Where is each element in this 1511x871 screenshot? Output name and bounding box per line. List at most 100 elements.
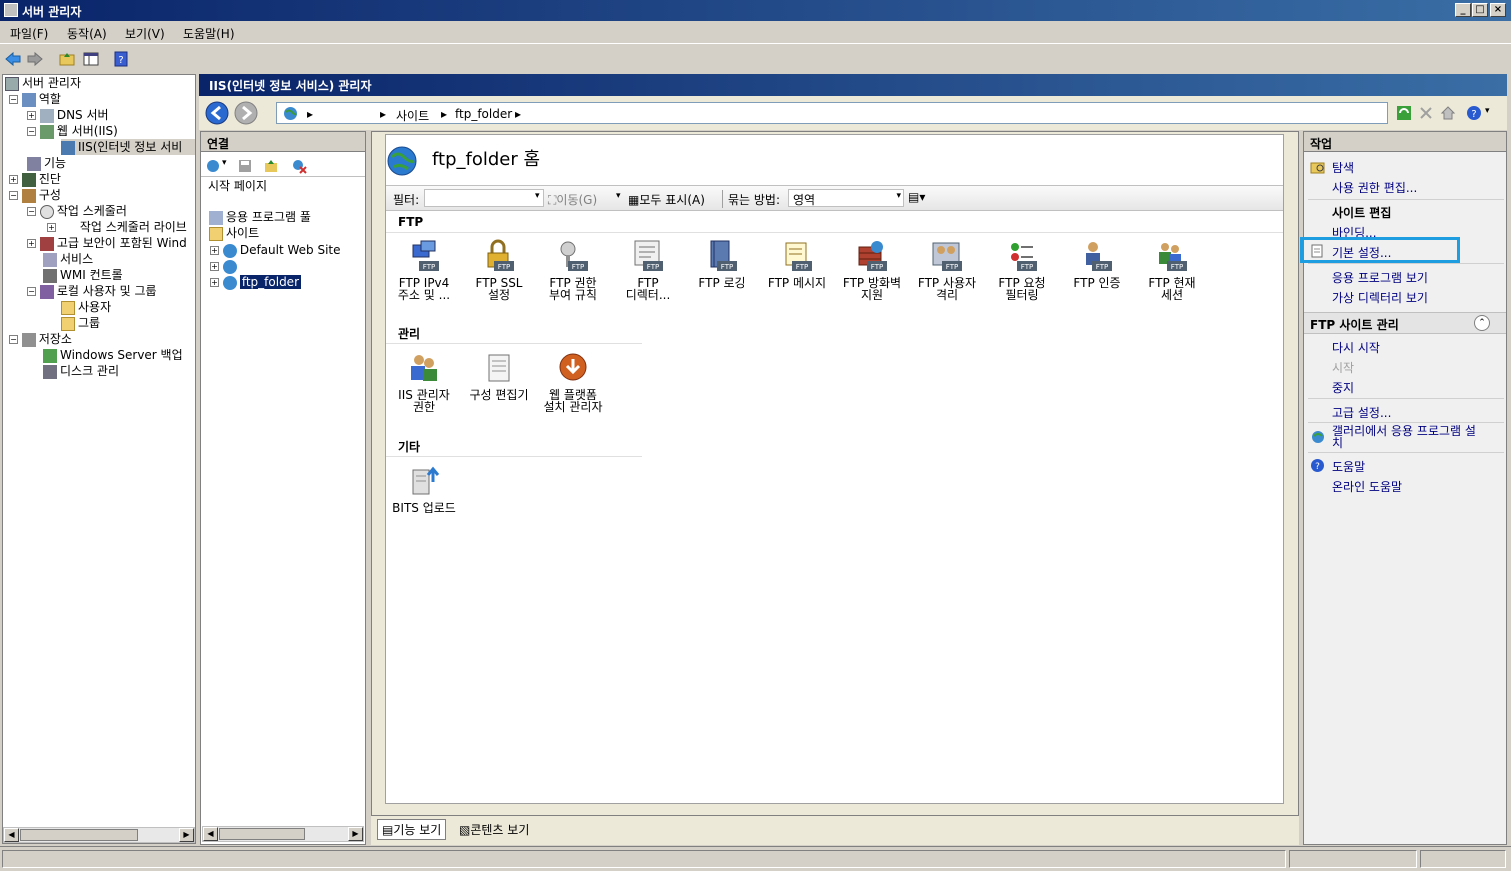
tree-item-groups[interactable]: 그룹 bbox=[61, 315, 100, 331]
tree-item-firewall[interactable]: + 고급 보안이 포함된 Wind bbox=[27, 235, 187, 251]
tree-item-disk-management[interactable]: 디스크 관리 bbox=[43, 363, 119, 379]
feature-ftp-authentication[interactable]: FTP FTP 인증 bbox=[1061, 239, 1133, 289]
up-folder-icon[interactable] bbox=[58, 50, 76, 68]
feature-ftp-messages[interactable]: FTP FTP 메시지 bbox=[761, 239, 833, 289]
tree-item-configuration[interactable]: − 구성 bbox=[9, 187, 61, 203]
action-view-virtual-directories[interactable]: 가상 디렉터리 보기 bbox=[1332, 289, 1428, 306]
menu-action[interactable]: 동작(A) bbox=[67, 25, 107, 42]
back-nav-icon[interactable] bbox=[205, 101, 229, 125]
action-explore[interactable]: 탐색 bbox=[1332, 159, 1354, 176]
expand-icon[interactable]: + bbox=[210, 246, 219, 255]
action-basic-settings[interactable]: 기본 설정... bbox=[1332, 244, 1391, 261]
feature-ftp-user-isolation[interactable]: FTP FTP 사용자 격리 bbox=[911, 239, 983, 301]
tree-item-wmi[interactable]: WMI 컨트롤 bbox=[43, 267, 123, 283]
feature-iis-manager-permissions[interactable]: IIS 관리자 권한 bbox=[388, 351, 460, 413]
collapse-icon[interactable]: − bbox=[27, 127, 36, 136]
maximize-button[interactable]: □ bbox=[1472, 3, 1488, 17]
collapse-chevron-icon[interactable]: ⌃ bbox=[1474, 315, 1490, 331]
tree-item-services[interactable]: 서비스 bbox=[43, 251, 93, 267]
go-button[interactable]: ⛶이동(G) bbox=[548, 191, 597, 208]
collapse-icon[interactable]: − bbox=[27, 207, 36, 216]
tab-features-view[interactable]: ▤기능 보기 bbox=[377, 819, 447, 840]
scroll-right-icon[interactable]: ▶ bbox=[179, 828, 194, 842]
minimize-button[interactable]: _ bbox=[1455, 3, 1471, 17]
refresh-icon[interactable] bbox=[1396, 105, 1412, 121]
feature-config-editor[interactable]: 구성 편집기 bbox=[463, 351, 535, 401]
feature-ftp-ipv4[interactable]: FTP FTP IPv4 주소 및 ... bbox=[388, 239, 460, 301]
tree-root[interactable]: 서버 관리자 bbox=[5, 75, 81, 91]
chevron-down-icon[interactable]: ▾ bbox=[616, 191, 621, 201]
conn-sites[interactable]: 사이트 bbox=[209, 225, 259, 241]
conn-start-page[interactable]: 시작 페이지 bbox=[208, 178, 267, 194]
feature-ftp-authorization[interactable]: FTP FTP 권한 부여 규칙 bbox=[537, 239, 609, 301]
expand-icon[interactable]: + bbox=[27, 111, 36, 120]
feature-ftp-ssl[interactable]: FTP FTP SSL 설정 bbox=[463, 239, 535, 301]
disconnect-icon[interactable] bbox=[291, 158, 307, 174]
ftp-manage-header[interactable]: FTP 사이트 관리 ⌃ bbox=[1304, 312, 1506, 334]
feature-ftp-current-sessions[interactable]: FTP FTP 현재 세션 bbox=[1136, 239, 1208, 301]
chevron-down-icon[interactable]: ▾ bbox=[1485, 106, 1490, 116]
expand-icon[interactable]: + bbox=[27, 239, 36, 248]
tree-horizontal-scrollbar[interactable]: ◀ ▶ bbox=[3, 827, 195, 843]
home-icon[interactable] bbox=[1440, 105, 1456, 121]
breadcrumb-ftp-folder[interactable]: ftp_folder bbox=[455, 107, 512, 121]
collapse-icon[interactable]: − bbox=[27, 287, 36, 296]
tree-item-local-users[interactable]: − 로컬 사용자 및 그룹 bbox=[27, 283, 157, 299]
tree-item-features[interactable]: 기능 bbox=[27, 155, 66, 171]
collapse-icon[interactable]: − bbox=[9, 335, 18, 344]
show-all-button[interactable]: ▦모두 표시(A) bbox=[628, 191, 705, 208]
tree-item-task-library[interactable]: + 작업 스케줄러 라이브 bbox=[47, 219, 187, 235]
tree-item-backup[interactable]: Windows Server 백업 bbox=[43, 347, 183, 363]
conn-unnamed-site[interactable]: + bbox=[210, 258, 240, 274]
expand-icon[interactable]: + bbox=[9, 175, 18, 184]
group-by-select[interactable]: 영역 ▾ bbox=[788, 189, 904, 207]
scroll-thumb[interactable] bbox=[219, 828, 305, 840]
conn-app-pools[interactable]: 응용 프로그램 풀 bbox=[209, 209, 311, 225]
collapse-icon[interactable]: − bbox=[9, 191, 18, 200]
action-edit-permissions[interactable]: 사용 권한 편집... bbox=[1332, 179, 1417, 196]
scroll-right-icon[interactable]: ▶ bbox=[348, 827, 363, 841]
scroll-left-icon[interactable]: ◀ bbox=[203, 827, 218, 841]
action-install-from-gallery[interactable]: 갤러리에서 응용 프로그램 설치 bbox=[1332, 425, 1476, 449]
tab-content-view[interactable]: ▧콘텐츠 보기 bbox=[455, 820, 533, 839]
action-restart[interactable]: 다시 시작 bbox=[1332, 339, 1380, 356]
conn-ftp-folder[interactable]: + ftp_folder bbox=[210, 274, 301, 290]
back-arrow-icon[interactable] bbox=[4, 50, 22, 68]
address-box[interactable]: ▸ ▸ 사이트 ▸ ftp_folder ▸ bbox=[276, 102, 1388, 124]
menu-file[interactable]: 파일(F) bbox=[10, 25, 48, 42]
connect-globe-icon[interactable] bbox=[205, 158, 221, 174]
action-online-help[interactable]: 온라인 도움말 bbox=[1332, 478, 1402, 495]
action-stop[interactable]: 중지 bbox=[1332, 379, 1354, 396]
save-icon[interactable] bbox=[237, 158, 253, 174]
chevron-down-icon[interactable]: ▾ bbox=[535, 191, 540, 201]
action-advanced-settings[interactable]: 고급 설정... bbox=[1332, 404, 1391, 421]
feature-ftp-directory[interactable]: FTP FTP 디렉터... bbox=[612, 239, 684, 301]
expand-icon[interactable]: + bbox=[210, 262, 219, 271]
feature-web-platform-installer[interactable]: 웹 플랫폼 설치 관리자 bbox=[537, 351, 609, 413]
show-hide-tree-icon[interactable] bbox=[82, 50, 100, 68]
tree-item-roles[interactable]: − 역할 bbox=[9, 91, 61, 107]
collapse-icon[interactable]: − bbox=[9, 95, 18, 104]
menu-help[interactable]: 도움말(H) bbox=[183, 25, 235, 42]
action-help[interactable]: 도움말 bbox=[1332, 458, 1365, 475]
feature-bits-upload[interactable]: BITS 업로드 bbox=[388, 464, 460, 514]
tree-item-dns[interactable]: + DNS 서버 bbox=[27, 107, 109, 123]
feature-ftp-firewall[interactable]: FTP FTP 방화벽 지원 bbox=[836, 239, 908, 301]
forward-arrow-icon[interactable] bbox=[26, 50, 44, 68]
tree-item-users[interactable]: 사용자 bbox=[61, 299, 111, 315]
tree-item-diagnostics[interactable]: + 진단 bbox=[9, 171, 61, 187]
forward-nav-icon[interactable] bbox=[234, 101, 258, 125]
breadcrumb-sites[interactable]: 사이트 bbox=[396, 107, 429, 124]
action-view-applications[interactable]: 응용 프로그램 보기 bbox=[1332, 269, 1428, 286]
conn-horizontal-scrollbar[interactable]: ◀ ▶ bbox=[202, 826, 364, 842]
expand-icon[interactable]: + bbox=[210, 278, 219, 287]
tree-item-iis[interactable]: − 웹 서버(IIS) bbox=[27, 123, 118, 139]
stop-icon[interactable] bbox=[1418, 105, 1434, 121]
close-button[interactable]: × bbox=[1490, 3, 1506, 17]
menu-view[interactable]: 보기(V) bbox=[125, 25, 165, 42]
expand-icon[interactable]: + bbox=[47, 223, 56, 232]
help-circle-icon[interactable]: ? bbox=[1466, 105, 1482, 121]
tree-item-iis-manager[interactable]: IIS(인터넷 정보 서비 bbox=[61, 139, 195, 155]
up-folder-icon[interactable] bbox=[263, 158, 279, 174]
feature-ftp-logging[interactable]: FTP FTP 로깅 bbox=[686, 239, 758, 289]
